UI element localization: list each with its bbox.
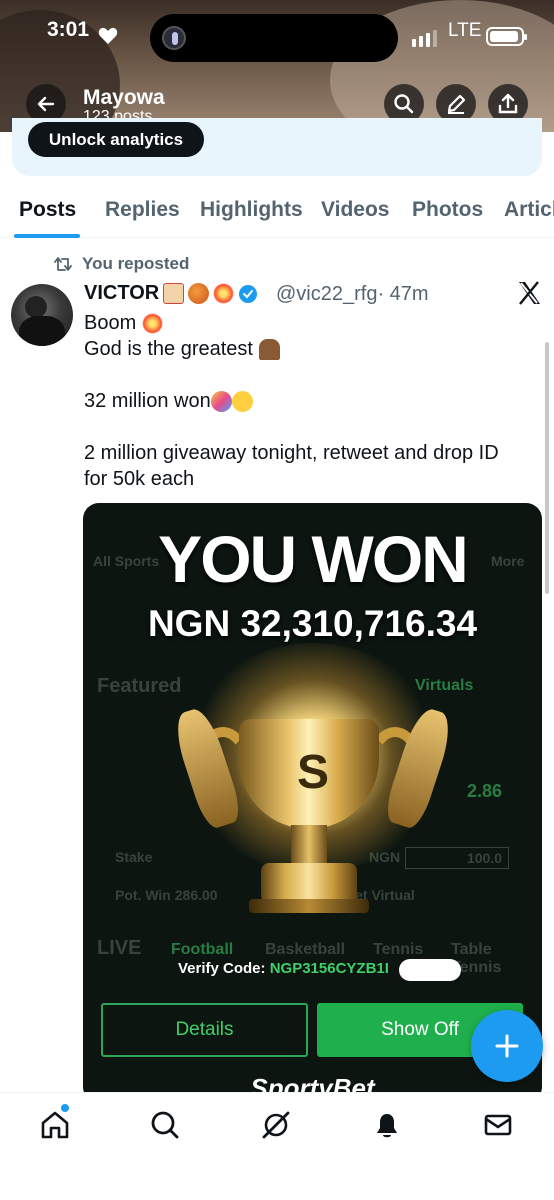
verify-code-row: Verify Code: NGP3156CYZB1I (178, 960, 389, 977)
post-text-line: 2 million giveaway tonight, retweet and … (84, 442, 499, 464)
post-text-line: God is the greatest (84, 336, 280, 362)
plus-icon (495, 1034, 519, 1058)
profile-name: Mayowa (83, 86, 165, 109)
tab-photos[interactable]: Photos (412, 198, 483, 222)
dynamic-island (150, 14, 398, 62)
repost-icon (54, 257, 72, 271)
bg-text: Virtuals (415, 677, 474, 694)
won-amount: NGN 32,310,716.34 (147, 603, 478, 644)
compose-button[interactable] (471, 1010, 543, 1082)
bg-text: Tennis (373, 941, 424, 958)
share-icon (498, 93, 518, 114)
author-handle-row[interactable]: @vic22_rfg· 47m (276, 283, 429, 306)
messages-icon[interactable] (481, 1108, 515, 1142)
party-popper-emoji-icon (210, 391, 232, 413)
post-text-line: for 50k each (84, 468, 195, 490)
home-icon[interactable] (38, 1108, 72, 1142)
tab-highlights[interactable]: Highlights (200, 198, 303, 222)
x-logo-icon[interactable] (516, 280, 542, 306)
bg-text: Featured (97, 675, 182, 697)
repost-indicator[interactable]: You reposted (54, 254, 189, 274)
pencil-icon (447, 94, 466, 114)
bg-text: 100.0 (405, 847, 509, 869)
bg-text: Basketball (265, 941, 346, 958)
heart-icon (98, 27, 118, 44)
unlock-analytics-button[interactable]: Unlock analytics (28, 122, 204, 157)
author-name: VICTOR (84, 282, 160, 304)
search-icon (394, 94, 414, 114)
back-arrow-icon (37, 96, 55, 112)
author-name-row[interactable]: VICTOR (84, 282, 258, 305)
tab-posts[interactable]: Posts (19, 198, 76, 222)
bg-text: Table Tennis (451, 941, 502, 976)
status-time: 3:01 (47, 18, 90, 41)
avatar[interactable] (11, 284, 73, 346)
praying-hands-emoji-icon (258, 339, 280, 361)
signal-icon (412, 30, 437, 47)
grok-icon[interactable] (259, 1108, 293, 1142)
tab-articles[interactable]: Articles (504, 198, 554, 222)
you-won-headline: YOU WON (158, 522, 469, 596)
collision-emoji-icon (213, 283, 235, 304)
tab-replies[interactable]: Replies (105, 198, 180, 222)
redaction-mark (399, 959, 461, 981)
bottom-nav (0, 1092, 554, 1200)
collision-emoji-icon (141, 313, 163, 335)
details-button[interactable]: Details (101, 1003, 308, 1057)
verify-code: NGP3156CYZB1I (269, 960, 389, 977)
repost-label: You reposted (82, 254, 190, 273)
bg-text: 2.86 (467, 781, 503, 801)
relieved-face-emoji-icon (231, 391, 253, 413)
basketball-emoji-icon (188, 283, 210, 304)
home-notification-dot (61, 1104, 69, 1112)
tab-videos[interactable]: Videos (321, 198, 389, 222)
network-label: LTE (448, 20, 482, 41)
bg-text: LIVE (97, 937, 142, 959)
post-text-line: 32 million won (84, 388, 253, 414)
mahjong-emoji-icon (163, 283, 185, 304)
battery-icon (486, 27, 527, 46)
notifications-icon[interactable] (370, 1108, 404, 1142)
post-media[interactable]: All Sports More Featured Virtuals 2.86 S… (83, 503, 542, 1103)
bg-text: Football (171, 941, 234, 958)
post-time: · 47m (377, 283, 429, 305)
search-icon[interactable] (148, 1108, 182, 1142)
verified-badge-icon (239, 284, 258, 303)
bg-text: Stake (115, 849, 153, 865)
scrollbar[interactable] (545, 342, 549, 594)
bg-text: Pot. Win 286.00 (115, 887, 218, 903)
active-tab-indicator (14, 234, 80, 238)
profile-tabs: Posts Replies Highlights Videos Photos A… (0, 190, 554, 238)
post-text-line: Boom (84, 310, 163, 336)
author-handle: @vic22_rfg (276, 283, 378, 305)
